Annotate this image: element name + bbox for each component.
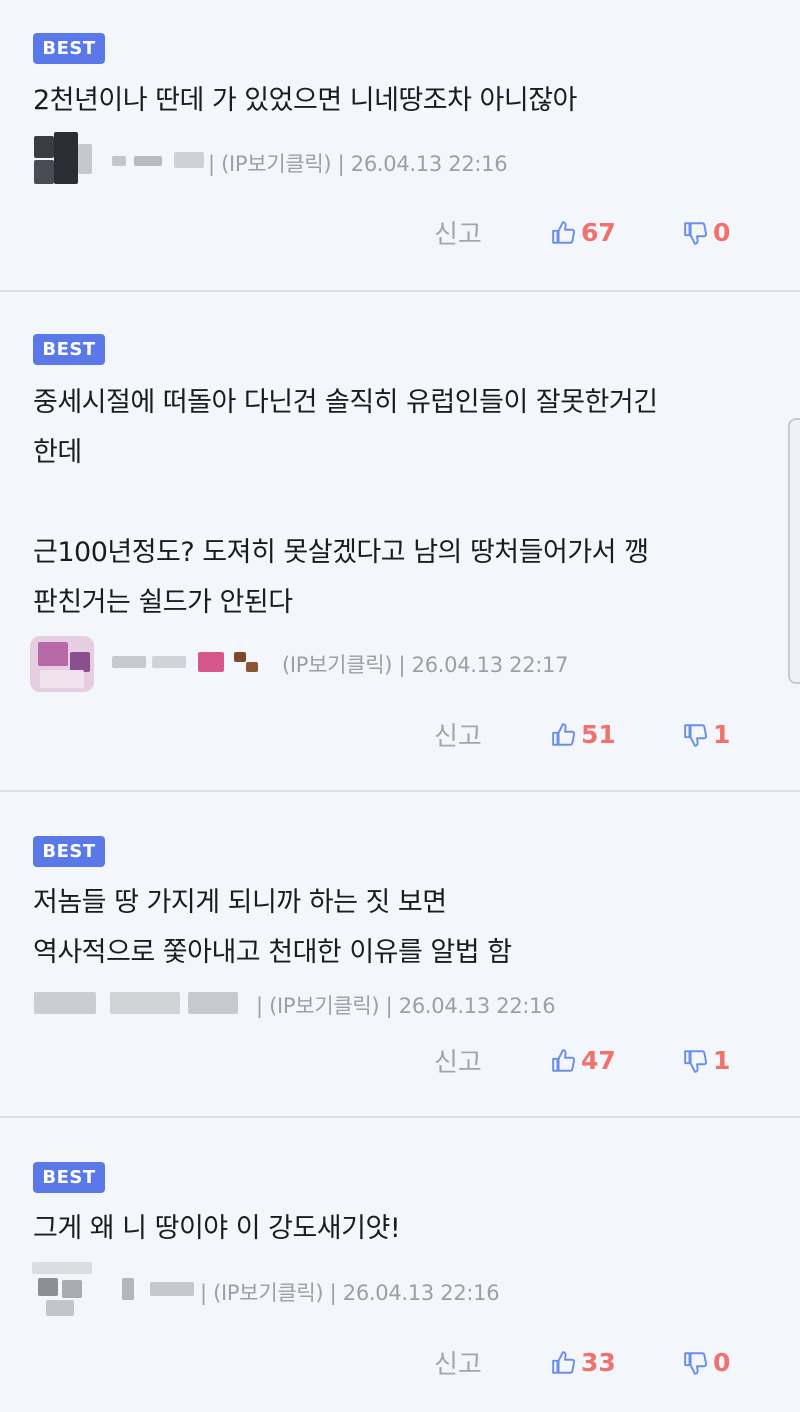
dislike-button[interactable]: 1 — [683, 1046, 730, 1075]
comment-item: BEST 2천년이나 딴데 가 있었으면 니네땅조차 아니잖아 | (IP보기클… — [0, 0, 800, 290]
comment-item: BEST 저놈들 땅 가지게 되니까 하는 짓 보면 역사적으로 쫓아내고 천대… — [0, 792, 800, 1116]
comment-text: 판친거는 쉴드가 안된다 — [33, 587, 293, 618]
report-button[interactable]: 신고 — [434, 214, 482, 251]
scrollbar-handle[interactable] — [788, 418, 800, 684]
comment-text: 2천년이나 딴데 가 있었으면 니네땅조차 아니잖아 — [33, 85, 577, 116]
comment-text: 그게 왜 니 땅이야 이 강도새기얏! — [33, 1213, 401, 1244]
report-button[interactable]: 신고 — [434, 716, 482, 753]
comment-item: BEST 중세시절에 떠돌아 다닌건 솔직히 유럽인들이 잘못한거긴 한데 근1… — [0, 292, 800, 790]
like-count: 67 — [581, 218, 616, 247]
best-badge: BEST — [33, 33, 105, 64]
comment-text: 한데 — [33, 437, 82, 468]
best-badge: BEST — [33, 334, 105, 365]
best-badge: BEST — [33, 836, 105, 867]
dislike-count: 0 — [713, 1348, 731, 1377]
avatar[interactable] — [26, 632, 98, 696]
thumbs-up-icon — [552, 220, 576, 244]
thumbs-down-icon — [684, 221, 708, 245]
thumbs-down-icon — [684, 1351, 708, 1375]
username-blurred[interactable] — [112, 650, 272, 676]
thumbs-down-icon — [684, 723, 708, 747]
comment-item: BEST 그게 왜 니 땅이야 이 강도새기얏! | (IP보기클릭) | 26… — [0, 1118, 800, 1412]
dislike-button[interactable]: 0 — [683, 218, 730, 247]
like-count: 47 — [581, 1046, 616, 1075]
thumbs-down-icon — [684, 1049, 708, 1073]
report-button[interactable]: 신고 — [434, 1042, 482, 1079]
thumbs-up-icon — [552, 1048, 576, 1072]
comment-text: 중세시절에 떠돌아 다닌건 솔직히 유럽인들이 잘못한거긴 — [33, 387, 658, 418]
dislike-count: 1 — [713, 720, 731, 749]
username-blurred[interactable] — [112, 150, 208, 172]
avatar[interactable] — [26, 128, 98, 192]
comment-meta: | (IP보기클릭) | 26.04.13 22:16 — [200, 1281, 500, 1305]
username-blurred[interactable] — [34, 990, 254, 1016]
comment-text: 역사적으로 쫓아내고 천대한 이유를 알법 함 — [33, 937, 512, 968]
like-button[interactable]: 33 — [551, 1348, 616, 1377]
username-blurred[interactable] — [112, 1278, 208, 1300]
dislike-button[interactable]: 1 — [683, 720, 730, 749]
dislike-button[interactable]: 0 — [683, 1348, 730, 1377]
dislike-count: 0 — [713, 218, 731, 247]
like-count: 33 — [581, 1348, 616, 1377]
comment-text: 근100년정도? 도져히 못살겠다고 남의 땅처들어가서 깽 — [33, 537, 649, 568]
dislike-count: 1 — [713, 1046, 731, 1075]
comment-meta: | (IP보기클릭) | 26.04.13 22:16 — [256, 994, 556, 1018]
avatar[interactable] — [26, 1258, 98, 1322]
like-button[interactable]: 51 — [551, 720, 616, 749]
like-button[interactable]: 67 — [551, 218, 616, 247]
report-button[interactable]: 신고 — [434, 1344, 482, 1381]
comment-meta: | (IP보기클릭) | 26.04.13 22:16 — [208, 152, 508, 176]
comment-meta: (IP보기클릭) | 26.04.13 22:17 — [282, 653, 569, 677]
comment-text: 저놈들 땅 가지게 되니까 하는 짓 보면 — [33, 887, 447, 918]
thumbs-up-icon — [552, 722, 576, 746]
best-badge: BEST — [33, 1162, 105, 1193]
like-button[interactable]: 47 — [551, 1046, 616, 1075]
like-count: 51 — [581, 720, 616, 749]
thumbs-up-icon — [552, 1350, 576, 1374]
